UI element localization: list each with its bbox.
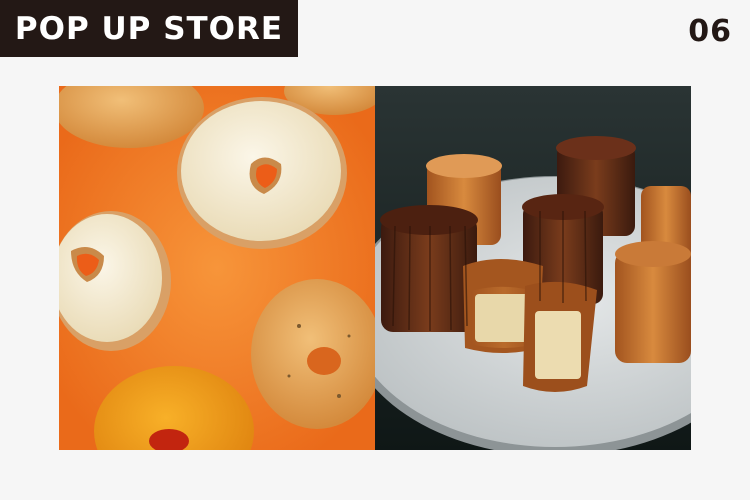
- bagels-illustration: [59, 86, 375, 450]
- photo-pair: [59, 86, 691, 450]
- popup-store-banner: POP UP STORE: [0, 0, 298, 57]
- canneles-illustration: [375, 86, 691, 450]
- canneles-photo: [375, 86, 691, 450]
- bagels-photo: [59, 86, 375, 450]
- item-number: 06: [688, 14, 732, 49]
- banner-title: POP UP STORE: [14, 10, 284, 47]
